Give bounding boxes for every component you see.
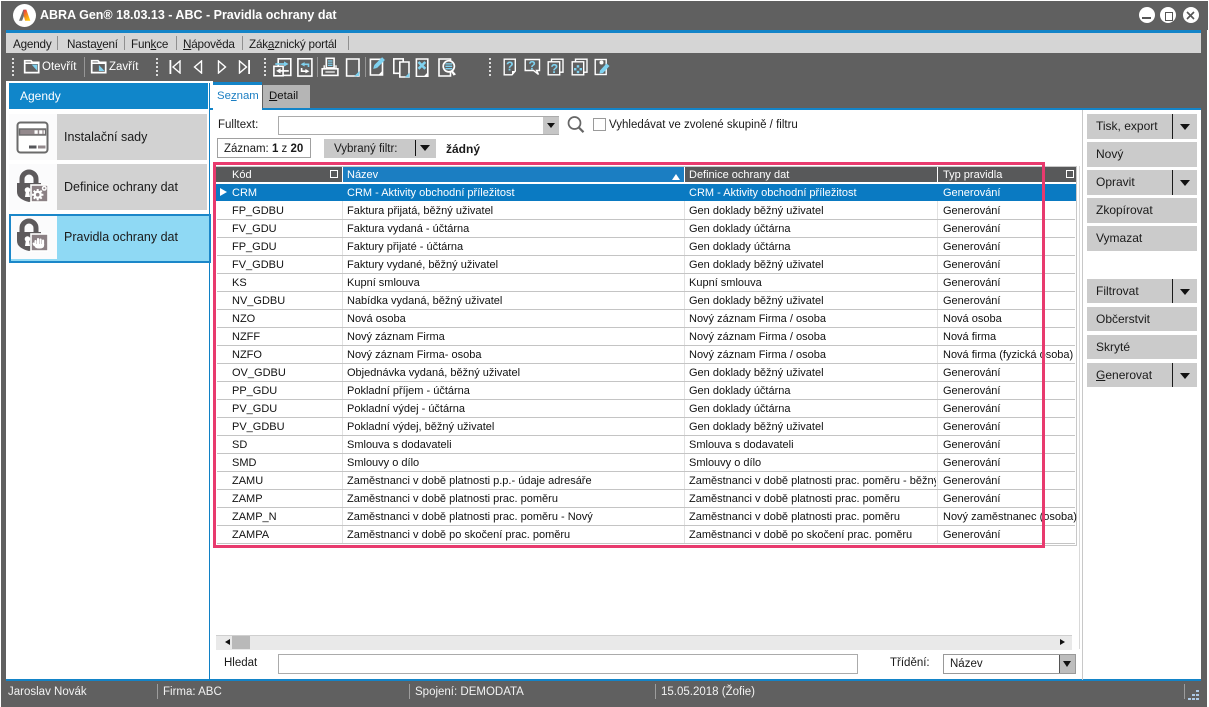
svg-text:?: ? bbox=[506, 60, 514, 74]
svg-text:?: ? bbox=[551, 62, 559, 76]
svg-text:?: ? bbox=[529, 59, 536, 73]
